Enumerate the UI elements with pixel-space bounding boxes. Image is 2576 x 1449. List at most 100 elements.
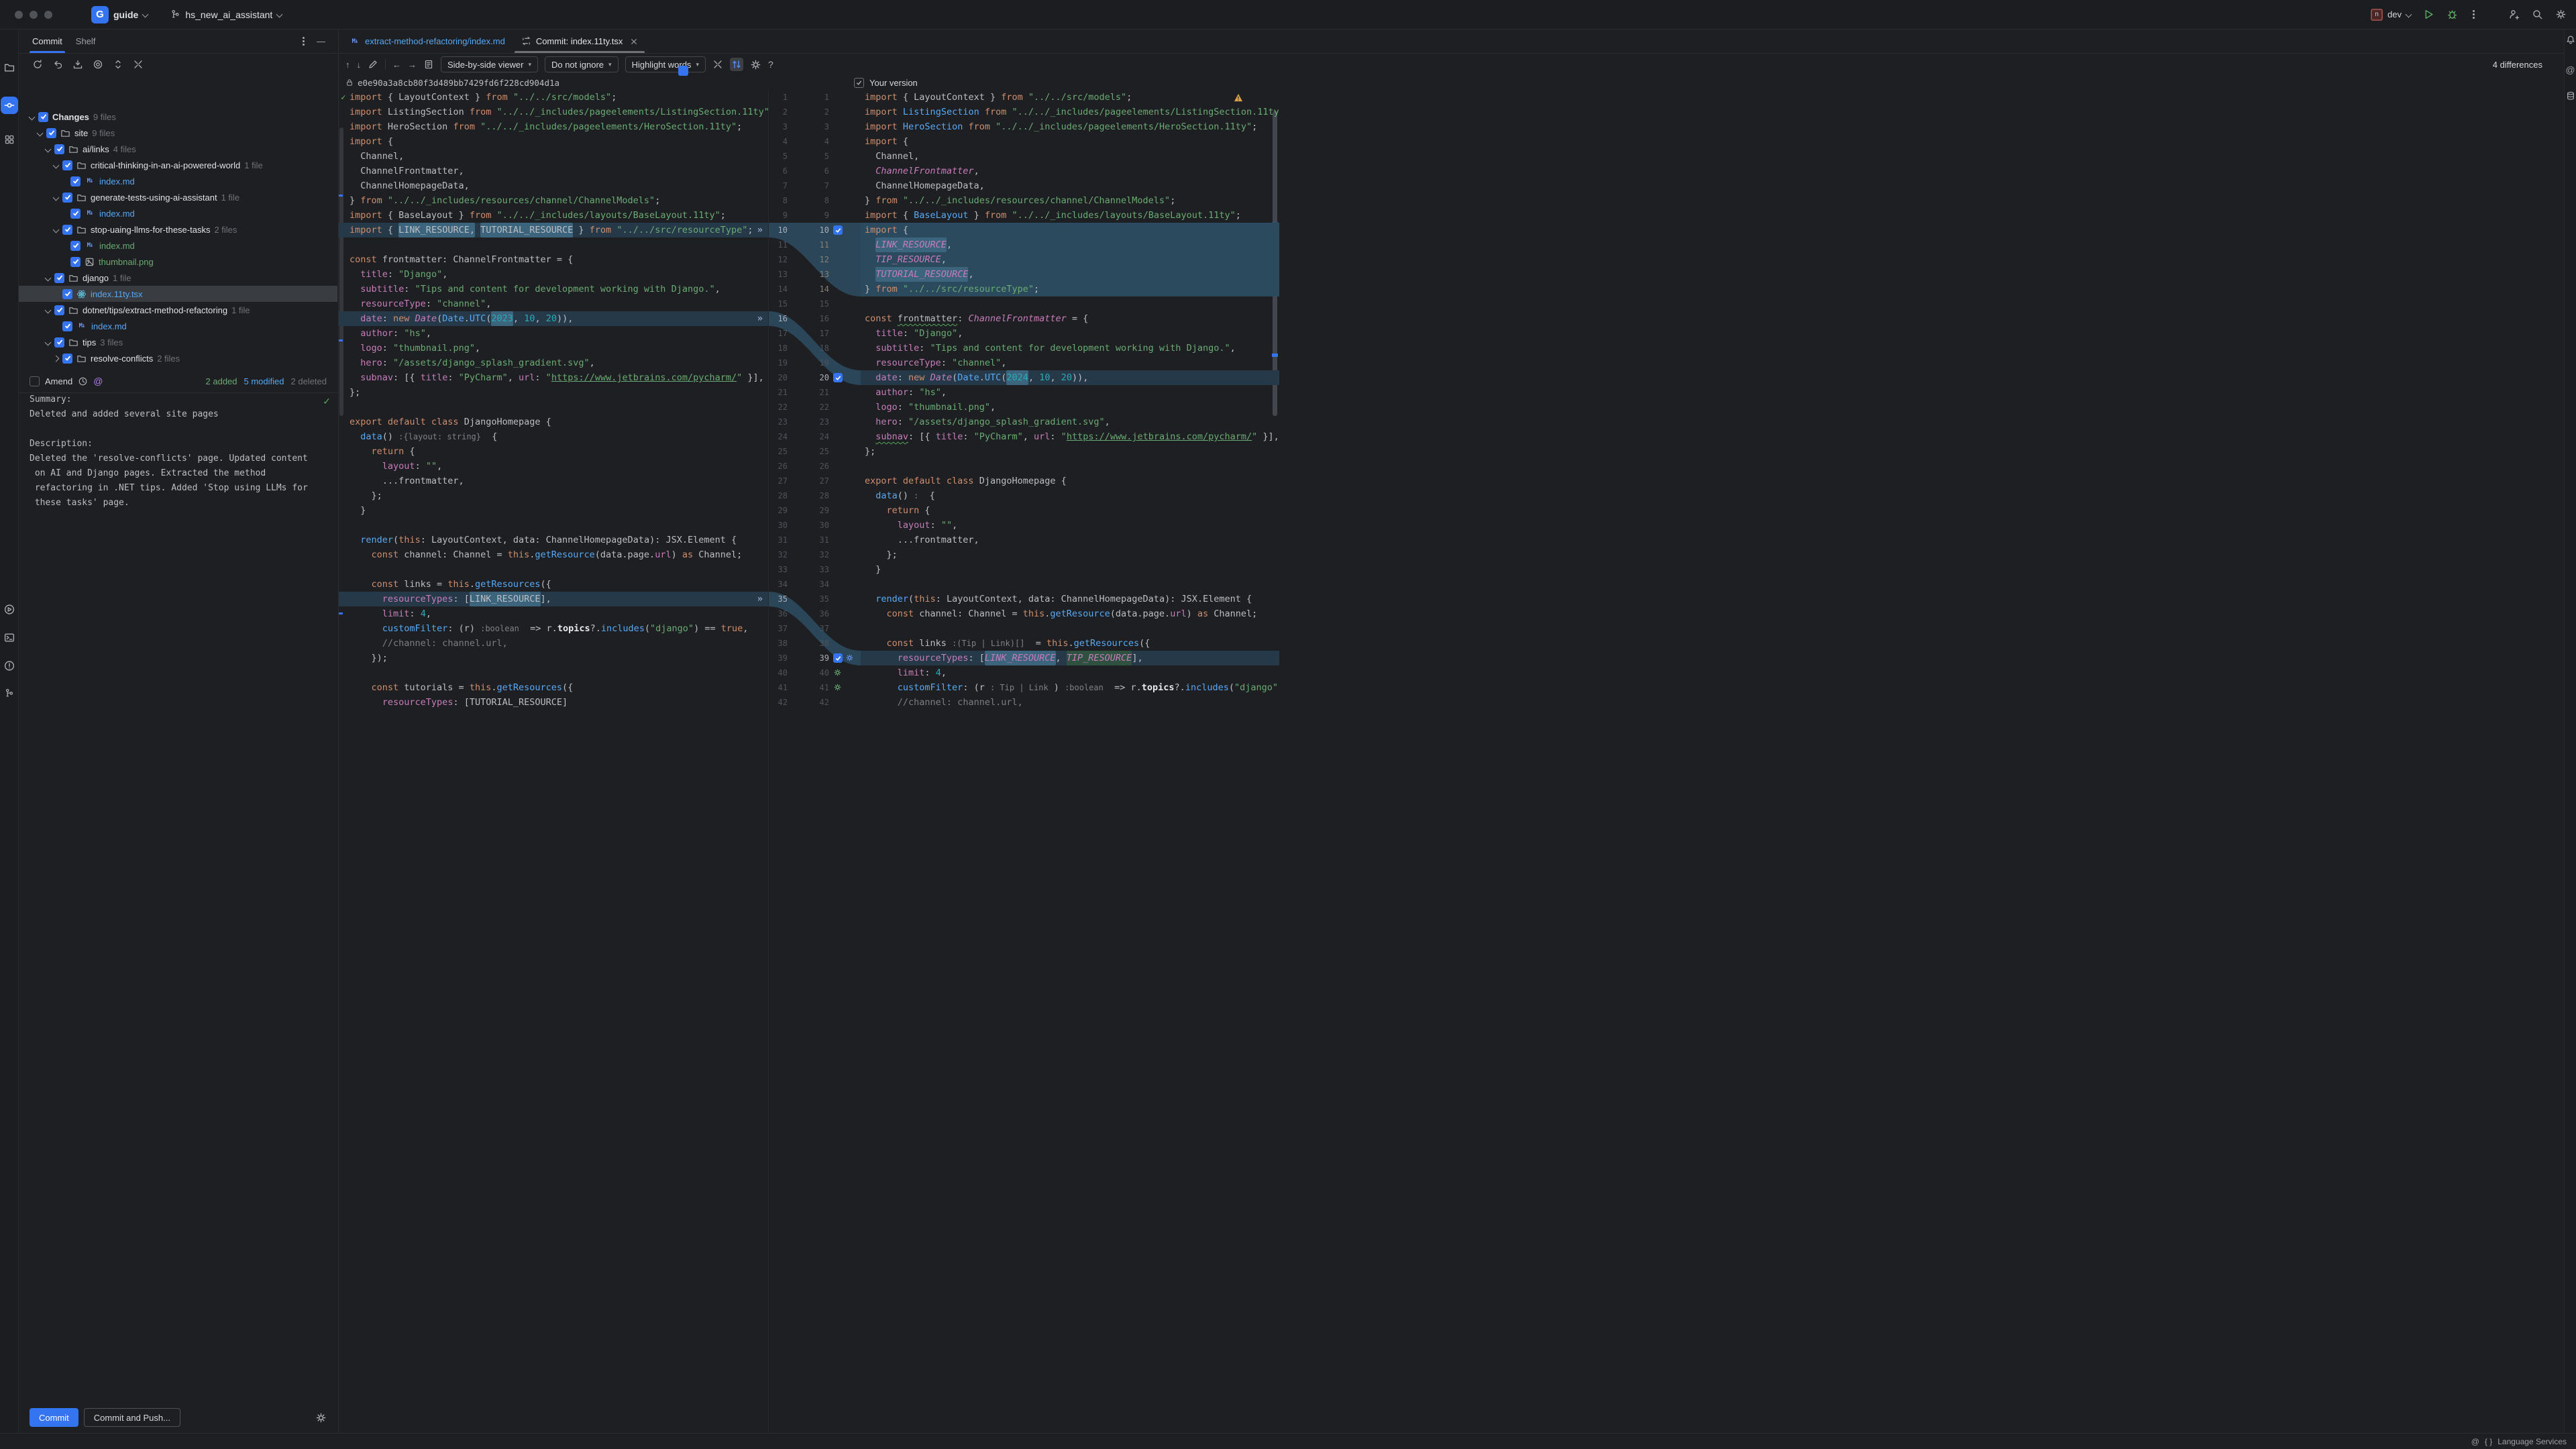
project-widget[interactable]: G guide xyxy=(91,5,149,23)
debug-button[interactable] xyxy=(2447,9,2458,20)
code-line[interactable]: author: "hs", xyxy=(339,326,768,341)
chevron-down-icon[interactable] xyxy=(52,162,60,168)
expand-all-icon[interactable] xyxy=(113,59,123,70)
code-line[interactable]: } from "../../_includes/resources/channe… xyxy=(339,193,768,208)
code-line[interactable]: const frontmatter: ChannelFrontmatter = … xyxy=(861,311,1279,326)
language-services-widget[interactable]: @ { } Language Services xyxy=(2471,1437,2567,1446)
code-line[interactable]: import { LayoutContext } from "../../src… xyxy=(339,90,768,105)
commit-options-icon[interactable] xyxy=(315,1412,327,1424)
include-checkbox[interactable] xyxy=(62,192,72,203)
code-line[interactable] xyxy=(339,237,768,252)
code-line[interactable]: return { xyxy=(861,503,1279,518)
code-line[interactable]: } from "../../src/resourceType"; xyxy=(861,282,1279,297)
include-change-checkbox[interactable] xyxy=(833,653,843,663)
changed-files-icon[interactable] xyxy=(423,59,434,70)
tree-row[interactable]: dotnet/tips/extract-method-refactoring 1 … xyxy=(19,302,337,318)
tree-row[interactable]: stop-uaing-llms-for-these-tasks 2 files xyxy=(19,221,337,237)
refresh-icon[interactable] xyxy=(32,59,43,70)
include-change-checkbox[interactable] xyxy=(833,225,843,235)
code-line[interactable]: author: "hs", xyxy=(861,385,1279,400)
code-line[interactable]: ...frontmatter, xyxy=(339,474,768,488)
code-line[interactable]: return { xyxy=(339,444,768,459)
more-run-options-icon[interactable] xyxy=(2473,13,2475,15)
chevron-right-icon[interactable] xyxy=(52,355,60,362)
code-line[interactable]: ...frontmatter, xyxy=(861,533,1279,547)
resolve-action-icon[interactable] xyxy=(833,683,842,692)
code-line[interactable]: limit: 4, xyxy=(861,665,1279,680)
code-line[interactable]: TIP_RESOURCE, xyxy=(861,252,1279,267)
code-line[interactable]: customFilter: (r) :boolean => r.topics?.… xyxy=(339,621,768,636)
code-line[interactable]: Channel, xyxy=(861,149,1279,164)
code-line[interactable]: subnav: [{ title: "PyCharm", url: "https… xyxy=(339,370,768,385)
show-diff-icon[interactable] xyxy=(93,59,103,70)
base-version-pane[interactable]: import { LayoutContext } from "../../src… xyxy=(339,90,769,1433)
amend-checkbox[interactable] xyxy=(30,376,40,386)
ignore-policy-dropdown[interactable]: Do not ignore ▾ xyxy=(544,56,619,72)
code-line[interactable] xyxy=(861,297,1279,311)
tree-row[interactable]: ai/links 4 files xyxy=(19,141,337,157)
edit-source-icon[interactable] xyxy=(368,59,378,70)
include-checkbox[interactable] xyxy=(62,353,72,364)
code-line[interactable]: import { LINK_RESOURCE, TUTORIAL_RESOURC… xyxy=(339,223,768,237)
code-line[interactable]: const channel: Channel = this.getResourc… xyxy=(339,547,768,562)
code-line[interactable]: //channel: channel.url, xyxy=(861,695,1279,710)
change-settings-icon[interactable] xyxy=(845,653,854,662)
code-line[interactable] xyxy=(339,518,768,533)
close-window-icon[interactable] xyxy=(15,10,23,19)
include-checkbox[interactable] xyxy=(46,127,56,138)
run-config-selector[interactable]: n dev xyxy=(2371,8,2412,21)
chevron-down-icon[interactable] xyxy=(52,194,60,201)
ai-assistant-icon[interactable]: @ xyxy=(2565,64,2575,75)
code-line[interactable]: import { LayoutContext } from "../../src… xyxy=(861,90,1279,105)
expand-change-icon[interactable]: » xyxy=(757,592,763,606)
code-line[interactable]: export default class DjangoHomepage { xyxy=(861,474,1279,488)
code-line[interactable]: const frontmatter: ChannelFrontmatter = … xyxy=(339,252,768,267)
code-line[interactable]: }; xyxy=(339,385,768,400)
maximize-window-icon[interactable] xyxy=(44,10,52,19)
tab-shelf[interactable]: Shelf xyxy=(69,30,103,53)
collapse-all-icon[interactable] xyxy=(133,59,144,70)
code-line[interactable]: hero: "/assets/django_splash_gradient.sv… xyxy=(861,415,1279,429)
code-line[interactable] xyxy=(339,665,768,680)
code-line[interactable]: ChannelHomepageData, xyxy=(861,178,1279,193)
code-line[interactable]: import { xyxy=(339,134,768,149)
include-checkbox[interactable] xyxy=(54,144,64,154)
window-controls[interactable] xyxy=(15,10,52,19)
chevron-down-icon[interactable] xyxy=(52,226,60,233)
code-line[interactable]: }; xyxy=(861,547,1279,562)
code-line[interactable]: render(this: LayoutContext, data: Channe… xyxy=(339,533,768,547)
shelve-icon[interactable] xyxy=(72,59,83,70)
code-line[interactable]: resourceTypes: [LINK_RESOURCE, TIP_RESOU… xyxy=(861,651,1279,665)
code-line[interactable]: ChannelFrontmatter, xyxy=(339,164,768,178)
include-all-checkbox[interactable] xyxy=(678,66,688,76)
code-line[interactable]: import { xyxy=(861,223,1279,237)
chevron-down-icon[interactable] xyxy=(44,307,52,313)
code-line[interactable]: ChannelHomepageData, xyxy=(339,178,768,193)
chevron-down-icon[interactable] xyxy=(28,113,36,120)
search-everywhere-icon[interactable] xyxy=(2532,9,2543,20)
tree-row[interactable]: thumbnail.png xyxy=(19,254,337,270)
next-difference-icon[interactable]: ↓ xyxy=(357,60,362,70)
code-line[interactable]: resourceType: "channel", xyxy=(861,356,1279,370)
git-tool-icon[interactable] xyxy=(4,688,14,698)
prev-difference-icon[interactable]: ↑ xyxy=(345,60,350,70)
tree-row[interactable]: M↓ index.md xyxy=(19,318,337,334)
commit-message-input[interactable]: Summary: Deleted and added several site … xyxy=(30,392,317,701)
code-line[interactable]: const links = this.getResources({ xyxy=(339,577,768,592)
tree-row[interactable]: critical-thinking-in-an-ai-powered-world… xyxy=(19,157,337,173)
project-tool-icon[interactable] xyxy=(3,62,15,73)
code-line[interactable]: import { BaseLayout } from "../../_inclu… xyxy=(339,208,768,223)
code-line[interactable]: Channel, xyxy=(339,149,768,164)
resolve-action-icon[interactable] xyxy=(833,668,842,677)
include-checkbox[interactable] xyxy=(54,272,64,283)
code-line[interactable]: render(this: LayoutContext, data: Channe… xyxy=(861,592,1279,606)
terminal-tool-icon[interactable] xyxy=(3,632,15,643)
rollback-icon[interactable] xyxy=(52,59,63,70)
chevron-down-icon[interactable] xyxy=(36,129,44,136)
include-checkbox[interactable] xyxy=(38,111,48,122)
code-line[interactable]: data() :{layout: string} { xyxy=(339,429,768,444)
code-line[interactable]: logo: "thumbnail.png", xyxy=(861,400,1279,415)
sync-scroll-icon[interactable] xyxy=(729,58,743,71)
code-line[interactable]: title: "Django", xyxy=(861,326,1279,341)
code-line[interactable]: date: new Date(Date.UTC(2023, 10, 20)),» xyxy=(339,311,768,326)
